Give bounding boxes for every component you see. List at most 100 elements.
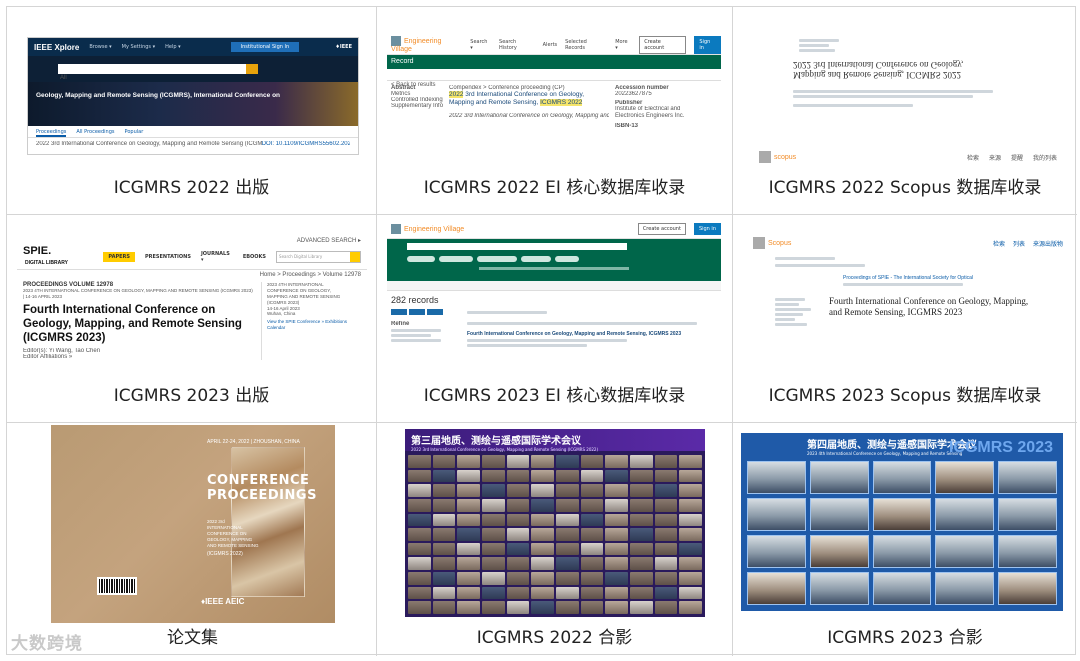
caption: ICGMRS 2022 Scopus 数据库收录: [768, 178, 1042, 198]
ieee-doi[interactable]: DOI: 10.1109/ICGMRS55602.2022: [262, 141, 350, 147]
cell-ei-2022: Engineering Village Search ▾ Search Hist…: [377, 7, 733, 215]
barcode-icon: [97, 577, 137, 595]
cell-ieee-2022: IEEE Xplore Browse ▾ My Settings ▾ Help …: [7, 7, 377, 215]
cell-photo-2023: 第四届地质、测绘与遥感国际学术会议 2023 4th International…: [733, 423, 1077, 656]
ev-nav-history[interactable]: Search History: [499, 39, 535, 51]
scopus-nav-search[interactable]: 检索: [967, 153, 979, 162]
scopus-logo: scopus: [759, 151, 796, 163]
ev-record-title[interactable]: 2022 3rd International Conference on Geo…: [449, 91, 609, 107]
tab-all-proceedings[interactable]: All Proceedings: [76, 126, 114, 137]
ieee-brand: ♦IEEE: [335, 44, 352, 50]
scopus-2022-title-line-2: 2022 3rd International Conference on Geo…: [793, 60, 964, 70]
scopus-2023-title: Fourth International Conference on Geolo…: [829, 296, 1029, 317]
scopus-2022-screenshot: Mapping and Remote Sensing, ICGMRS 2022 …: [753, 31, 1063, 167]
conference-line: 2023 4TH INTERNATIONAL CONFERENCE ON GEO…: [23, 288, 253, 299]
ieee-search-scope: All: [60, 75, 67, 81]
side-calendar-link[interactable]: View the SPIE Conference » Exhibitions C…: [267, 319, 351, 331]
caption: 论文集: [167, 628, 218, 648]
scopus-nav-alerts[interactable]: 提醒: [1011, 153, 1023, 162]
spie-search-input[interactable]: Search Digital Library: [276, 250, 361, 263]
photo-2023-big-label: ICGMRS 2023: [948, 439, 1053, 456]
elsevier-logo-icon: [391, 36, 401, 46]
ev-2023-result-title[interactable]: Fourth International Conference on Geolo…: [467, 331, 717, 337]
caption: ICGMRS 2023 EI 核心数据库收录: [423, 386, 686, 406]
photo-2022-header: 第三届地质、测绘与遥感国际学术会议 2022 3rd International…: [405, 429, 705, 452]
spie-nav-journals[interactable]: JOURNALS ▾: [201, 251, 233, 263]
scopus-nav-search[interactable]: 检索: [993, 239, 1005, 248]
cover-desc: 2022 3rd INTERNATIONAL CONFERENCE ON GEO…: [207, 519, 259, 548]
photo-2022-subtitle: 2022 3rd International Conference on Geo…: [411, 447, 599, 452]
proceedings-cover: APRIL 22-24, 2022 | ZHOUSHAN, CHINA CONF…: [51, 425, 335, 623]
ev-record-bar: Record: [387, 55, 721, 69]
ieee-search-input[interactable]: All: [58, 64, 258, 81]
search-icon[interactable]: [350, 251, 360, 262]
caption: ICGMRS 2023 Scopus 数据库收录: [768, 386, 1042, 406]
cell-spie-2023: ADVANCED SEARCH ▸ SPIE.DIGITAL LIBRARY P…: [7, 215, 377, 423]
ieee-nav-settings[interactable]: My Settings ▾: [122, 44, 155, 50]
caption: ICGMRS 2022 出版: [113, 178, 270, 198]
scopus-source[interactable]: Proceedings of SPIE - The International …: [843, 275, 973, 281]
caption: ICGMRS 2023 出版: [113, 386, 270, 406]
scopus-nav-lists[interactable]: 我的列表: [1033, 153, 1057, 162]
tab-popular[interactable]: Popular: [125, 126, 144, 137]
search-icon[interactable]: [246, 64, 258, 74]
watermark: 大数跨境: [11, 634, 83, 654]
ev-header: Engineering Village Search ▾ Search Hist…: [387, 35, 721, 55]
ieee-proceeding-line[interactable]: 2022 3rd International Conference on Geo…: [36, 141, 262, 147]
elsevier-logo-icon: [759, 151, 771, 163]
create-account-button[interactable]: Create account: [637, 222, 686, 235]
ev-2022-screenshot: Engineering Village Search ▾ Search Hist…: [387, 35, 721, 161]
spie-screenshot: ADVANCED SEARCH ▸ SPIE.DIGITAL LIBRARY P…: [17, 237, 367, 377]
cover-title: CONFERENCE PROCEEDINGS: [207, 473, 317, 503]
spie-header: SPIE.DIGITAL LIBRARY PAPERS PRESENTATION…: [17, 244, 367, 270]
scopus-nav-sources[interactable]: 来源: [989, 153, 1001, 162]
side-conference: 2023 4TH INTERNATIONAL CONFERENCE ON GEO…: [267, 282, 341, 305]
scopus-2023-screenshot: Scopus 检索 列表 来源出版物 Proceedings of SPIE -…: [753, 237, 1063, 377]
cell-scopus-2022: Mapping and Remote Sensing, ICGMRS 2022 …: [733, 7, 1077, 215]
caption: ICGMRS 2022 EI 核心数据库收录: [423, 178, 686, 198]
refine-label: Refine: [391, 321, 410, 327]
ev-nav-selected[interactable]: Selected Records: [565, 39, 607, 51]
editor-affiliations-link[interactable]: Editor Affiliations »: [23, 354, 253, 360]
ev-nav-search[interactable]: Search ▾: [470, 39, 491, 51]
side-location: Wuhan, China: [267, 311, 296, 316]
ev-header: Engineering Village Create account Sign …: [387, 219, 721, 239]
cell-scopus-2023: Scopus 检索 列表 来源出版物 Proceedings of SPIE -…: [733, 215, 1077, 423]
accession-number: 20223627875: [615, 91, 652, 97]
ieee-search-bar: All: [28, 56, 358, 82]
cover-abbr: (ICGMRS 2022): [207, 551, 243, 557]
photo-2022-title: 第三届地质、测绘与遥感国际学术会议: [411, 436, 581, 447]
sign-in-button[interactable]: Sign in: [694, 35, 721, 54]
ev-nav-alerts[interactable]: Alerts: [543, 42, 558, 48]
caption: ICGMRS 2023 合影: [827, 628, 983, 648]
isbn-label: ISBN-13: [615, 123, 639, 129]
spie-nav-papers[interactable]: PAPERS: [103, 251, 135, 262]
proceedings-title: Fourth International Conference on Geolo…: [23, 304, 242, 344]
tab-proceedings[interactable]: Proceedings: [36, 126, 67, 137]
ieee-nav-help[interactable]: Help ▾: [165, 44, 181, 50]
scopus-nav-lists[interactable]: 列表: [1013, 239, 1025, 248]
record-count: 282 records: [391, 295, 439, 305]
create-account-button[interactable]: Create account: [639, 35, 687, 54]
breadcrumb[interactable]: Home > Proceedings > Volume 12978: [17, 270, 367, 280]
ieee-tabs: Proceedings All Proceedings Popular: [28, 126, 358, 138]
ieee-nav-browse[interactable]: Browse ▾: [89, 44, 111, 50]
participant-grid: [747, 461, 1057, 605]
spie-nav-ebooks[interactable]: EBOOKS: [243, 254, 266, 260]
spie-logo: SPIE.DIGITAL LIBRARY: [23, 244, 68, 266]
ieee-logo: IEEE Xplore: [34, 42, 80, 52]
advanced-search-link[interactable]: ADVANCED SEARCH ▸: [17, 237, 367, 244]
ev-nav-more[interactable]: More ▾: [615, 39, 631, 51]
sign-in-button[interactable]: Sign in: [693, 222, 721, 235]
ieee-signin-button[interactable]: Institutional Sign In: [230, 42, 300, 52]
cover-date: APRIL 22-24, 2022 | ZHOUSHAN, CHINA: [207, 439, 300, 445]
ieee-header: IEEE Xplore Browse ▾ My Settings ▾ Help …: [28, 38, 358, 56]
elsevier-logo-icon: [391, 223, 401, 234]
spie-nav-presentations[interactable]: PRESENTATIONS: [145, 254, 191, 260]
cell-proceedings-book: APRIL 22-24, 2022 | ZHOUSHAN, CHINA CONF…: [7, 423, 377, 656]
scopus-nav-sources[interactable]: 来源出版物: [1033, 239, 1063, 248]
ev-side-supplementary[interactable]: Supplementary Information: [391, 103, 443, 109]
cell-photo-2022: 第三届地质、测绘与遥感国际学术会议 2022 3rd International…: [377, 423, 733, 656]
scopus-2022-title-line-1: Mapping and Remote Sensing, ICGMRS 2022: [793, 70, 961, 80]
publisher-value: Institute of Electrical and Electronics …: [615, 106, 685, 119]
